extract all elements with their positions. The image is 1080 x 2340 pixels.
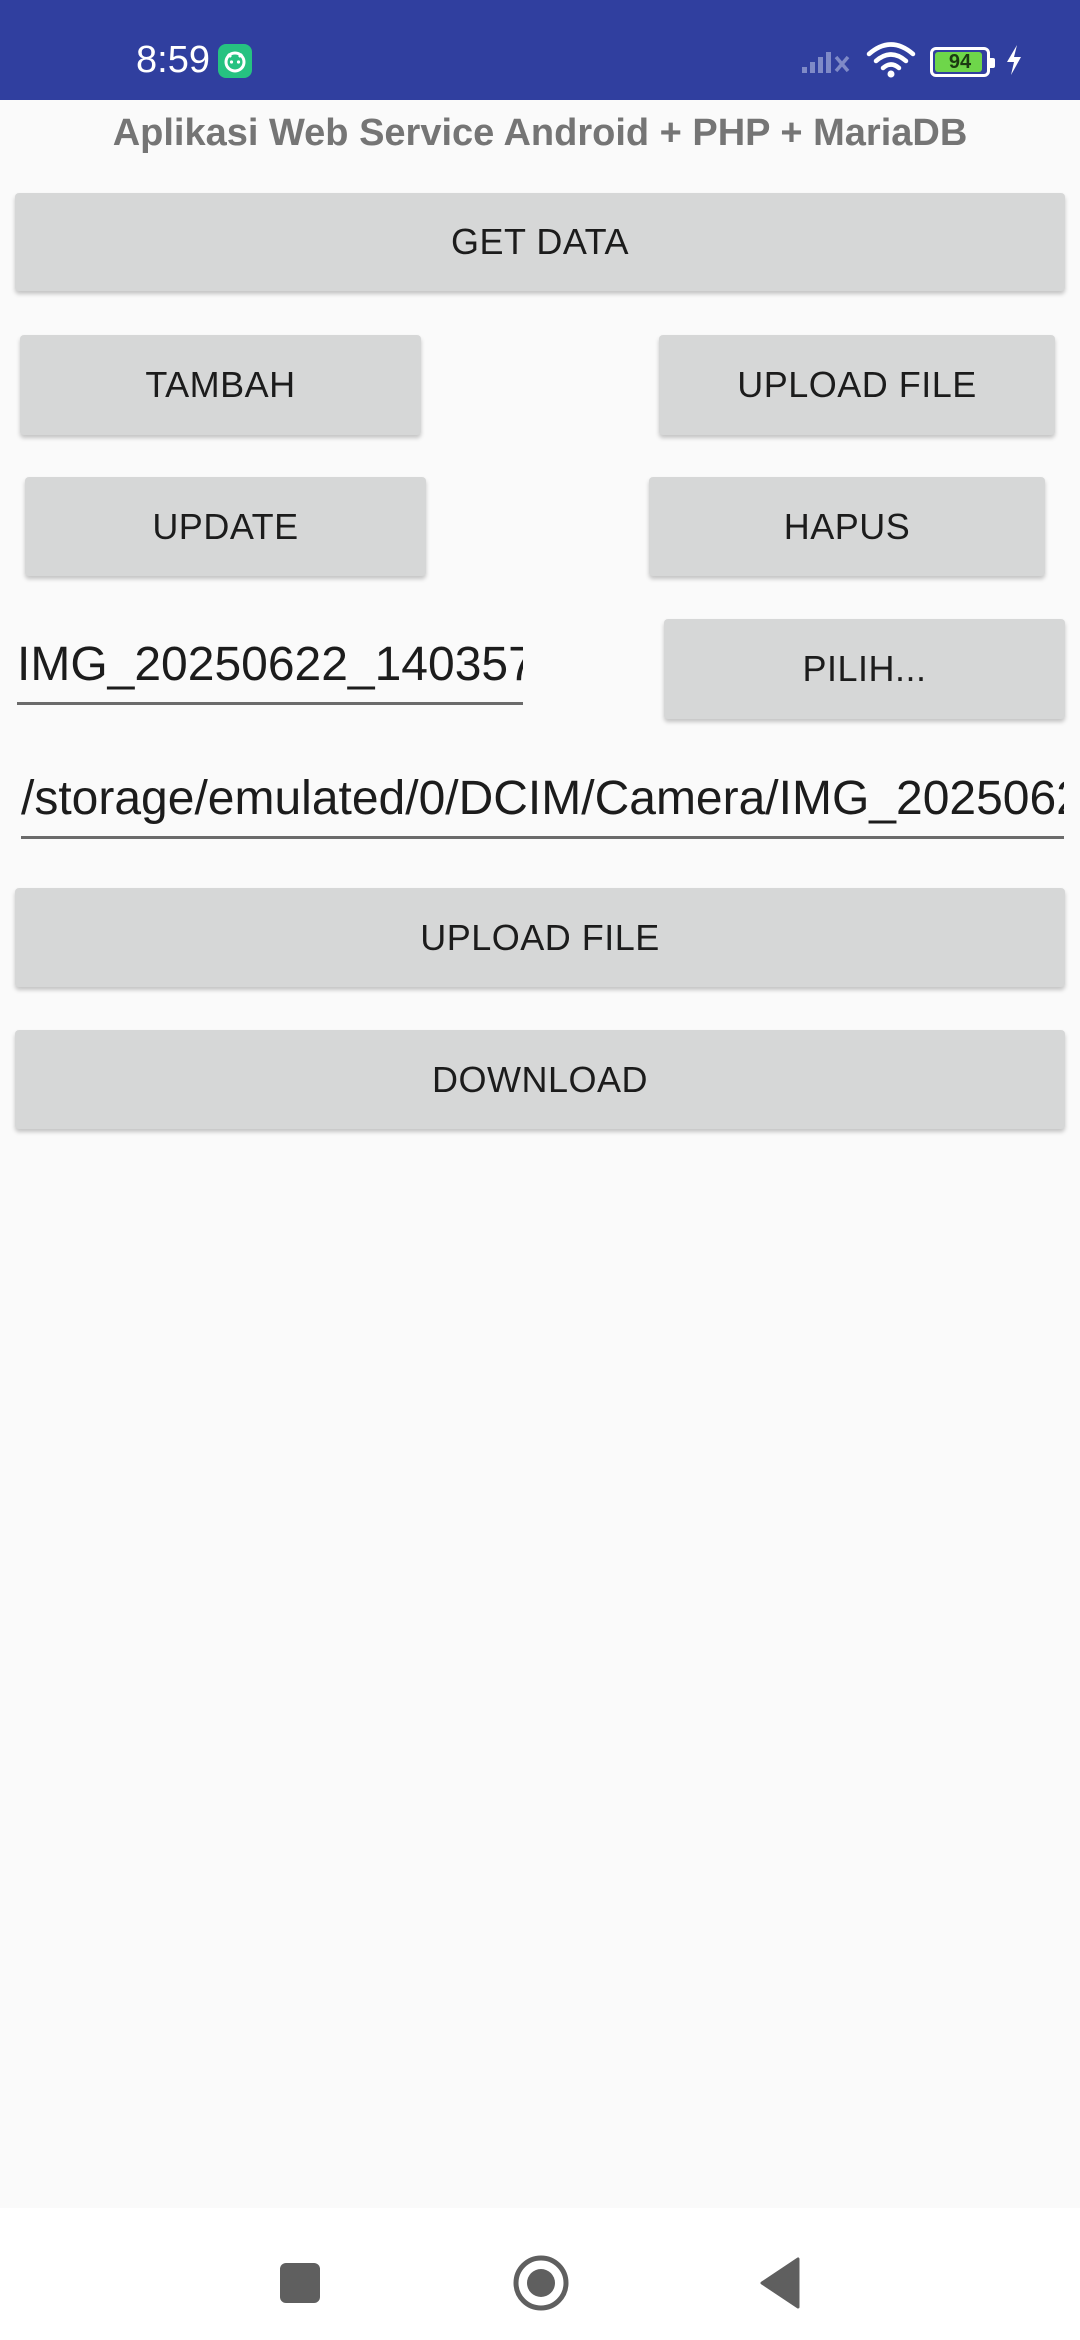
hapus-button[interactable]: HAPUS: [649, 477, 1045, 576]
file-name-field[interactable]: IMG_20250622_140357: [17, 635, 523, 705]
navigation-bar: [0, 2208, 1080, 2340]
recents-icon[interactable]: [280, 2263, 320, 2303]
pilih-button[interactable]: PILIH...: [664, 619, 1065, 719]
status-icons: 94: [800, 40, 1024, 84]
signal-icon: [800, 45, 852, 80]
wifi-icon: [866, 41, 916, 84]
app-notification-icon: [218, 44, 252, 78]
download-button[interactable]: DOWNLOAD: [15, 1030, 1065, 1129]
charging-icon: [1004, 44, 1024, 81]
get-data-button[interactable]: GET DATA: [15, 193, 1065, 291]
update-button[interactable]: UPDATE: [25, 477, 426, 576]
status-bar: 8:59 94: [0, 0, 1080, 100]
file-path-field[interactable]: /storage/emulated/0/DCIM/Camera/IMG_2025…: [21, 769, 1064, 839]
home-icon[interactable]: [511, 2253, 571, 2313]
battery-icon: 94: [930, 47, 995, 77]
back-icon[interactable]: [758, 2253, 802, 2313]
upload-file-top-button[interactable]: UPLOAD FILE: [659, 335, 1055, 435]
battery-level: 94: [948, 51, 972, 73]
status-time: 8:59: [136, 39, 210, 81]
app-title: Aplikasi Web Service Android + PHP + Mar…: [112, 112, 968, 154]
upload-file-button[interactable]: UPLOAD FILE: [15, 888, 1065, 987]
battery-cap: [990, 58, 995, 68]
screen: 8:59 94 Aplikasi Web Service Android + P…: [0, 0, 1080, 2340]
tambah-button[interactable]: TAMBAH: [20, 335, 421, 435]
